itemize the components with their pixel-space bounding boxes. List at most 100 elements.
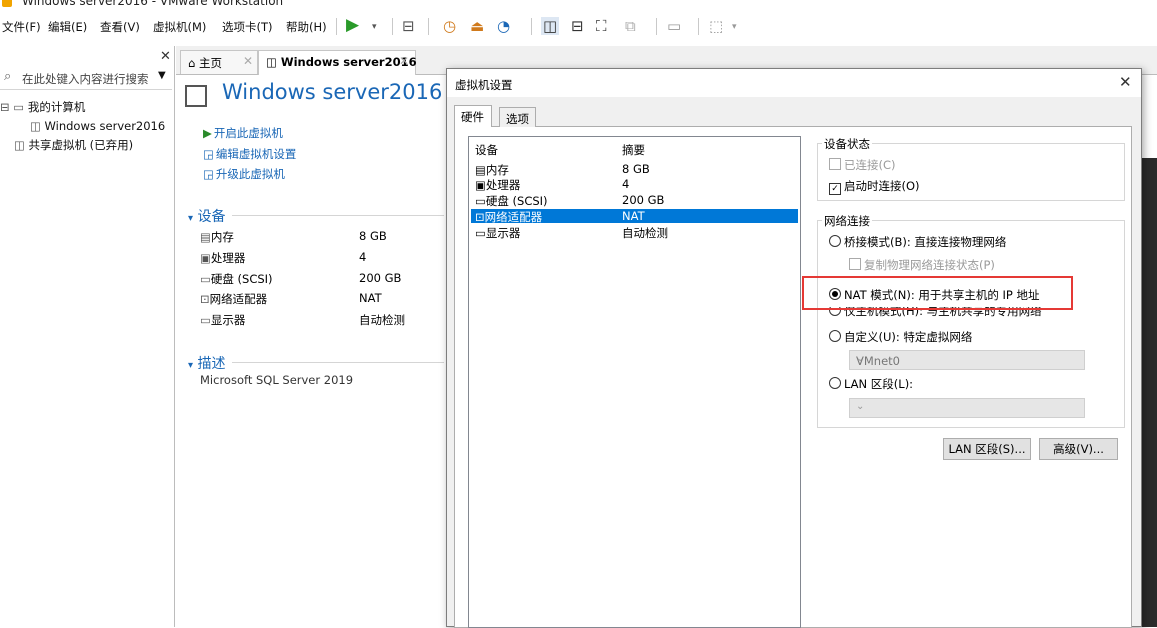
collapse-arrow-icon[interactable]: ▾ <box>188 360 193 371</box>
menu-help[interactable]: 帮助(H) <box>286 19 327 35</box>
display-icon: ▭ <box>200 313 211 327</box>
section-divider <box>232 362 444 363</box>
devices-section-toggle[interactable]: ▾ 设备 <box>188 206 225 226</box>
network-connection-title: 网络连接 <box>822 213 872 229</box>
device-harddisk[interactable]: ▭硬盘 (SCSI) <box>200 271 273 287</box>
connected-checkbox[interactable]: 已连接(C) <box>829 157 896 173</box>
description-section-toggle[interactable]: ▾ 描述 <box>188 353 225 373</box>
menu-vm[interactable]: 虚拟机(M) <box>153 19 206 35</box>
power-dropdown-icon[interactable]: ▾ <box>372 22 377 32</box>
tree-item-shared-vms[interactable]: ◫ 共享虚拟机 (已弃用) <box>14 137 133 153</box>
custom-network-select[interactable]: VMnet0 ⌄ <box>849 350 1085 370</box>
power-on-icon[interactable]: ▶ <box>346 15 359 35</box>
device-name: 硬盘 (SCSI) <box>485 194 548 208</box>
toolbar-separator <box>428 18 429 35</box>
radio-circle <box>829 377 841 389</box>
close-tab-icon[interactable]: ✕ <box>243 54 253 68</box>
lan-segment-radio[interactable]: LAN 区段(L): <box>829 376 913 392</box>
library-pane <box>0 46 175 627</box>
device-cpu[interactable]: ▣处理器 <box>200 250 245 266</box>
device-value: 4 <box>359 250 367 264</box>
edit-vm-settings-link[interactable]: ◲ 编辑虚拟机设置 <box>203 146 296 162</box>
dialog-title-bar: 虚拟机设置 ✕ <box>447 69 1141 97</box>
console-view-icon[interactable]: ▭ <box>667 17 681 35</box>
search-input[interactable]: 在此处键入内容进行搜索 <box>22 71 149 87</box>
checkbox-label: 已连接(C) <box>844 158 896 172</box>
window-title: Windows server2016 - VMware Workstation <box>22 0 284 8</box>
tab-home[interactable]: ⌂ 主页 ✕ <box>180 50 258 74</box>
play-icon: ▶ <box>203 126 212 140</box>
connect-at-power-on-checkbox[interactable]: ✓ 启动时连接(O) <box>829 178 920 195</box>
bridged-radio[interactable]: 桥接模式(B): 直接连接物理网络 <box>829 234 1006 250</box>
network-icon: ⊡ <box>475 210 485 224</box>
toolbar-separator <box>336 18 337 35</box>
device-name: 网络适配器 <box>484 210 543 224</box>
section-divider <box>232 215 444 216</box>
dialog-title: 虚拟机设置 <box>455 78 513 92</box>
column-header-device[interactable]: 设备 <box>475 142 498 158</box>
chevron-down-icon: ⌄ <box>856 401 865 412</box>
close-tab-icon[interactable]: ✕ <box>399 54 409 68</box>
device-summary: NAT <box>622 209 645 223</box>
full-screen-icon[interactable]: ⛶ <box>596 17 607 35</box>
tab-label: 硬件 <box>461 110 484 124</box>
send-ctrl-alt-del-icon[interactable]: ⊟ <box>402 17 415 35</box>
power-on-vm-link[interactable]: ▶ 开启此虚拟机 <box>203 125 283 141</box>
device-summary: 8 GB <box>622 162 650 176</box>
tab-hardware[interactable]: 硬件 <box>454 105 492 127</box>
action-label: 开启此虚拟机 <box>213 126 283 140</box>
list-item-cpu[interactable]: ▣处理器 4 <box>471 177 798 192</box>
tree-item-label: 我的计算机 <box>27 100 86 114</box>
show-library-icon[interactable]: ◫ <box>541 17 560 35</box>
menu-tabs[interactable]: 选项卡(T) <box>222 19 273 35</box>
chevron-down-icon: ⌄ <box>856 353 865 364</box>
radio-circle <box>829 235 841 247</box>
custom-radio[interactable]: 自定义(U): 特定虚拟网络 <box>829 329 972 345</box>
tree-item-my-computer[interactable]: ⊟ ▭ 我的计算机 <box>0 99 85 115</box>
advanced-button[interactable]: 高级(V)... <box>1039 438 1118 460</box>
collapse-arrow-icon[interactable]: ▾ <box>188 213 193 224</box>
device-name: 处理器 <box>210 251 246 265</box>
snapshot-manager-icon[interactable]: ◔ <box>497 17 510 35</box>
revert-snapshot-icon[interactable]: ⏏ <box>470 17 484 35</box>
upgrade-icon: ◲ <box>203 167 214 181</box>
close-library-icon[interactable]: ✕ <box>160 49 171 64</box>
menu-edit[interactable]: 编辑(E) <box>48 19 87 35</box>
column-header-summary[interactable]: 摘要 <box>622 142 645 158</box>
collapse-icon[interactable]: ⊟ <box>0 100 10 114</box>
tab-vm[interactable]: ◫ Windows server2016 ✕ <box>258 50 417 75</box>
device-name: 显示器 <box>485 226 521 240</box>
memory-icon: ▤ <box>475 163 486 177</box>
device-summary: 自动检测 <box>622 226 668 240</box>
menu-file[interactable]: 文件(F) <box>2 19 41 35</box>
list-item-display[interactable]: ▭显示器 自动检测 <box>471 225 798 240</box>
device-summary: 200 GB <box>622 193 665 207</box>
device-name: 显示器 <box>210 313 246 327</box>
close-icon[interactable]: ✕ <box>1119 73 1132 91</box>
library-search[interactable]: ⌕ 在此处键入内容进行搜索 ▼ <box>0 67 172 90</box>
device-list[interactable]: 设备 摘要 ▤内存 8 GB ▣处理器 4 ▭硬盘 (SCSI) 200 GB … <box>468 136 801 628</box>
thumbnail-bar-icon[interactable]: ⊟ <box>571 17 584 35</box>
device-memory[interactable]: ▤内存 <box>200 229 234 245</box>
snapshot-icon[interactable]: ◷ <box>443 17 456 35</box>
lan-segments-button[interactable]: LAN 区段(S)... <box>943 438 1031 460</box>
tab-options[interactable]: 选项 <box>499 107 536 127</box>
tree-item-vm[interactable]: ◫ Windows server2016 <box>30 119 165 133</box>
replicate-state-checkbox[interactable]: 复制物理网络连接状态(P) <box>849 257 995 273</box>
search-dropdown-icon[interactable]: ▼ <box>158 70 166 81</box>
stretch-icon[interactable]: ⬚ <box>709 17 723 35</box>
list-item-harddisk[interactable]: ▭硬盘 (SCSI) 200 GB <box>471 193 798 208</box>
unity-icon[interactable]: ⧉ <box>625 17 636 35</box>
list-item-memory[interactable]: ▤内存 8 GB <box>471 162 798 177</box>
list-item-network-adapter[interactable]: ⊡网络适配器 NAT <box>471 209 798 224</box>
lan-segment-select[interactable]: ⌄ <box>849 398 1085 418</box>
window-title-bar: Windows server2016 - VMware Workstation <box>0 0 1157 12</box>
toolbar-separator <box>531 18 532 35</box>
device-network[interactable]: ⊡网络适配器 <box>200 291 267 307</box>
devices-heading: 设备 <box>197 209 226 225</box>
upgrade-vm-link[interactable]: ◲ 升级此虚拟机 <box>203 166 285 182</box>
device-display[interactable]: ▭显示器 <box>200 312 245 328</box>
menu-view[interactable]: 查看(V) <box>100 19 140 35</box>
vmware-app-icon <box>2 0 12 7</box>
stretch-dropdown-icon[interactable]: ▾ <box>732 22 737 32</box>
